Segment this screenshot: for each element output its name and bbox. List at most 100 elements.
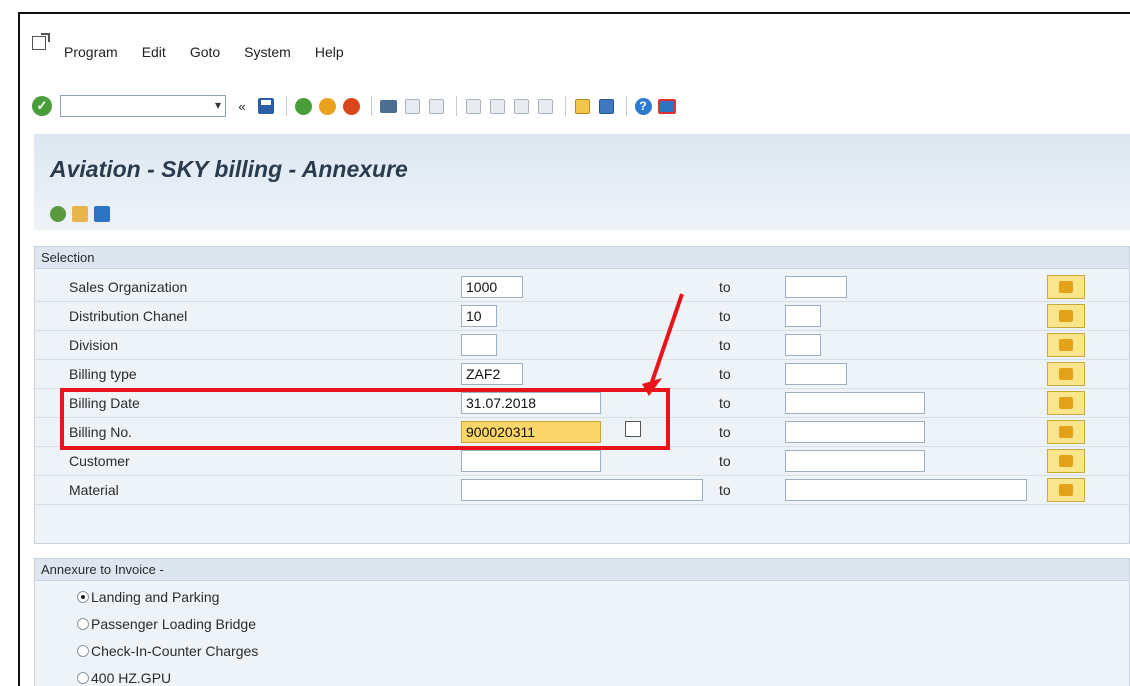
ok-icon[interactable]: ✓: [32, 96, 52, 116]
sales-org-to-input[interactable]: [785, 276, 847, 298]
multiple-selection-button[interactable]: [1047, 478, 1085, 502]
field-label: Sales Organization: [69, 279, 188, 295]
billing-date-to-input[interactable]: [785, 392, 925, 414]
field-label: Billing type: [69, 366, 137, 382]
chevron-down-icon[interactable]: ▾: [215, 98, 221, 112]
selection-header: Selection: [35, 247, 1129, 269]
billing-number-to-input[interactable]: [785, 421, 925, 443]
annexure-block: Annexure to Invoice - Landing and Parkin…: [34, 558, 1130, 686]
title-area: Aviation - SKY billing - Annexure: [34, 134, 1130, 230]
collapse-icon[interactable]: «: [232, 96, 252, 116]
command-field[interactable]: ▾: [60, 95, 226, 117]
menu-goto[interactable]: Goto: [190, 44, 220, 60]
sales-org-from-input[interactable]: 1000: [461, 276, 523, 298]
material-from-input[interactable]: [461, 479, 703, 501]
radio-400hz-gpu[interactable]: 400 HZ.GPU: [77, 670, 171, 686]
radio-check-in-counter[interactable]: Check-In-Counter Charges: [77, 643, 258, 659]
last-page-icon[interactable]: [535, 96, 555, 116]
information-icon[interactable]: [94, 206, 110, 222]
row-material: Material to: [35, 476, 1129, 505]
multiple-selection-button[interactable]: [1047, 420, 1085, 444]
radio-selected-icon[interactable]: [77, 591, 89, 603]
multiple-selection-button[interactable]: [1047, 333, 1085, 357]
radio-icon[interactable]: [77, 645, 89, 657]
exit-icon[interactable]: [317, 96, 337, 116]
radio-landing-parking[interactable]: Landing and Parking: [77, 589, 219, 605]
cancel-icon[interactable]: [341, 96, 361, 116]
division-to-input[interactable]: [785, 334, 821, 356]
toolbar-separator: [626, 96, 627, 116]
radio-icon[interactable]: [77, 672, 89, 684]
to-label: to: [719, 453, 731, 469]
print-icon[interactable]: [378, 96, 398, 116]
first-page-icon[interactable]: [463, 96, 483, 116]
multiple-selection-button[interactable]: [1047, 449, 1085, 473]
toolbar-separator: [456, 96, 457, 116]
radio-icon[interactable]: [77, 618, 89, 630]
multiple-selection-icon: [1059, 339, 1073, 351]
toolbar-separator: [565, 96, 566, 116]
field-label: Material: [69, 482, 119, 498]
customer-to-input[interactable]: [785, 450, 925, 472]
radio-label: Passenger Loading Bridge: [91, 616, 257, 632]
to-label: to: [719, 424, 731, 440]
menu-exit-icon[interactable]: [32, 33, 50, 50]
division-from-input[interactable]: [461, 334, 497, 356]
distribution-channel-from-input[interactable]: 10: [461, 305, 497, 327]
multiple-selection-icon: [1059, 281, 1073, 293]
billing-type-from-input[interactable]: ZAF2: [461, 363, 523, 385]
save-icon[interactable]: [256, 96, 276, 116]
radio-label: Landing and Parking: [91, 589, 220, 605]
shortcut-icon[interactable]: [596, 96, 616, 116]
field-label: Customer: [69, 453, 130, 469]
previous-page-icon[interactable]: [487, 96, 507, 116]
menu-system[interactable]: System: [244, 44, 291, 60]
row-customer: Customer to: [35, 447, 1129, 476]
radio-passenger-loading-bridge[interactable]: Passenger Loading Bridge: [77, 616, 256, 632]
multiple-selection-icon: [1059, 484, 1073, 496]
multiple-selection-button[interactable]: [1047, 275, 1085, 299]
row-division: Division to: [35, 331, 1129, 360]
radio-label: 400 HZ.GPU: [91, 670, 172, 686]
multiple-selection-button[interactable]: [1047, 362, 1085, 386]
multiple-selection-icon: [1059, 397, 1073, 409]
menu-program[interactable]: Program: [64, 44, 118, 60]
multiple-selection-button[interactable]: [1047, 304, 1085, 328]
annotation-highlight-box: [60, 388, 670, 450]
new-session-icon[interactable]: [572, 96, 592, 116]
multiple-selection-icon: [1059, 368, 1073, 380]
get-variant-icon[interactable]: [72, 206, 88, 222]
row-distribution-channel: Distribution Chanel 10 to: [35, 302, 1129, 331]
toolbar-separator: [286, 96, 287, 116]
menu-items: Program Edit Goto System Help: [64, 44, 368, 60]
application-toolbar: [50, 206, 110, 222]
customize-icon[interactable]: [657, 96, 677, 116]
execute-icon[interactable]: [50, 206, 66, 222]
row-sales-organization: Sales Organization 1000 to: [35, 273, 1129, 302]
multiple-selection-icon: [1059, 310, 1073, 322]
field-label: Distribution Chanel: [69, 308, 188, 324]
material-to-input[interactable]: [785, 479, 1027, 501]
multiple-selection-icon: [1059, 426, 1073, 438]
menu-bar: Program Edit Goto System Help: [20, 14, 1130, 84]
sap-window: Program Edit Goto System Help ✓ ▾ « ? Av…: [18, 12, 1130, 686]
annotation-arrow-icon: [642, 293, 684, 396]
toolbar-separator: [371, 96, 372, 116]
help-icon[interactable]: ?: [633, 96, 653, 116]
to-label: to: [719, 482, 731, 498]
back-icon[interactable]: [293, 96, 313, 116]
next-page-icon[interactable]: [511, 96, 531, 116]
row-billing-type: Billing type ZAF2 to: [35, 360, 1129, 389]
page-title: Aviation - SKY billing - Annexure: [50, 156, 408, 182]
standard-toolbar: ✓ ▾ « ?: [20, 88, 1130, 124]
menu-edit[interactable]: Edit: [142, 44, 166, 60]
billing-type-to-input[interactable]: [785, 363, 847, 385]
multiple-selection-button[interactable]: [1047, 391, 1085, 415]
find-next-icon[interactable]: [426, 96, 446, 116]
find-icon[interactable]: [402, 96, 422, 116]
customer-from-input[interactable]: [461, 450, 601, 472]
distribution-channel-to-input[interactable]: [785, 305, 821, 327]
menu-help[interactable]: Help: [315, 44, 344, 60]
field-label: Division: [69, 337, 119, 353]
annexure-header: Annexure to Invoice -: [35, 559, 1129, 581]
